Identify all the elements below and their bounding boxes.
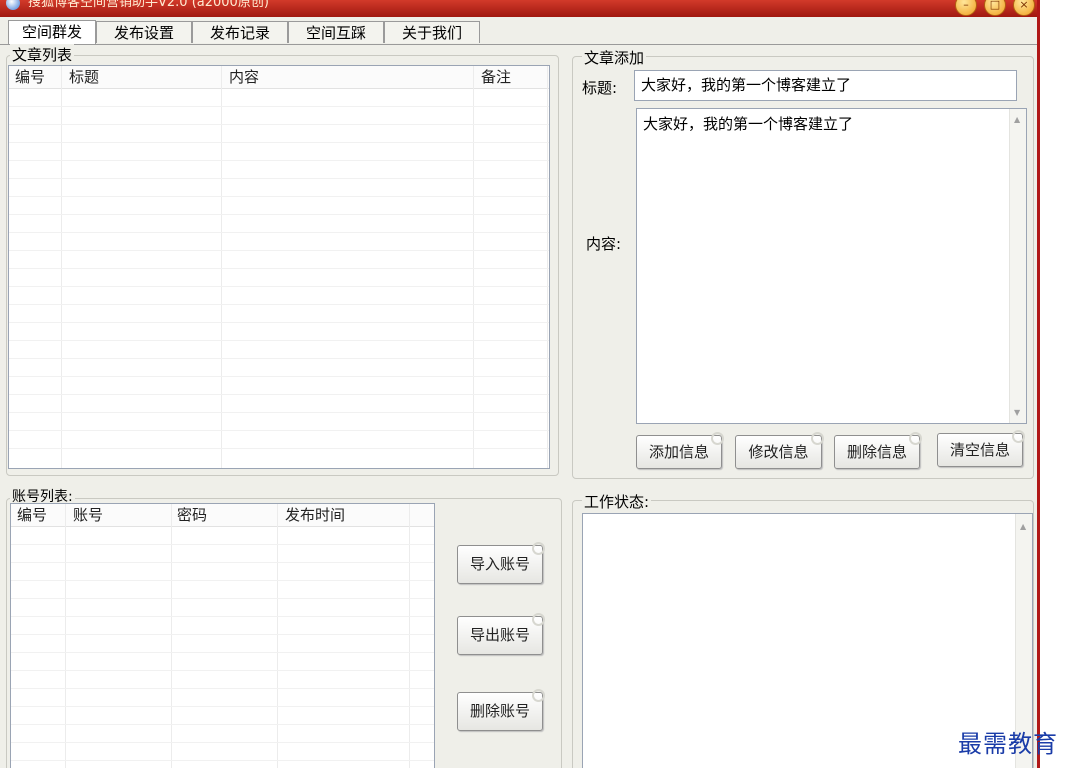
- delete-info-button[interactable]: 删除信息: [834, 432, 922, 469]
- row-line: [11, 724, 434, 725]
- content-text: 大家好，我的第一个博客建立了: [643, 115, 854, 133]
- tab-space-mass-post[interactable]: 空间群发: [8, 20, 96, 44]
- title-input[interactable]: 大家好，我的第一个博客建立了: [634, 70, 1017, 101]
- column-header-id[interactable]: 编号: [11, 504, 47, 526]
- maximize-icon[interactable]: □: [984, 0, 1006, 16]
- article-add-label: 文章添加: [582, 47, 647, 68]
- row-line: [11, 706, 434, 707]
- row-line: [9, 268, 549, 269]
- row-line: [9, 214, 549, 215]
- row-line: [9, 430, 549, 431]
- row-line: [9, 160, 549, 161]
- article-list-table[interactable]: 编号 标题 内容 备注: [8, 65, 550, 469]
- button-decoration-icon: [711, 432, 724, 445]
- add-info-label: 添加信息: [648, 443, 709, 461]
- tab-publish-records[interactable]: 发布记录: [192, 21, 288, 43]
- delete-info-label: 删除信息: [846, 443, 907, 461]
- content-field-label: 内容:: [586, 235, 622, 253]
- export-accounts-label: 导出账号: [469, 626, 530, 644]
- row-line: [9, 358, 549, 359]
- row-line: [11, 580, 434, 581]
- row-line: [11, 634, 434, 635]
- account-list-header: 编号 账号 密码 发布时间: [11, 504, 434, 527]
- row-line: [11, 760, 434, 761]
- row-line: [9, 196, 549, 197]
- row-line: [9, 178, 549, 179]
- column-header-id[interactable]: 编号: [9, 66, 45, 88]
- row-line: [9, 304, 549, 305]
- tab-divider: [0, 44, 1037, 45]
- column-header-title[interactable]: 标题: [63, 66, 99, 88]
- column-header-publish-time[interactable]: 发布时间: [279, 504, 345, 526]
- app-icon: [6, 0, 20, 10]
- article-list-label: 文章列表: [10, 44, 75, 65]
- close-icon[interactable]: ×: [1013, 0, 1035, 16]
- title-bar[interactable]: 搜狐博客空间营销助手V2.0 (a2000原创) – □ ×: [0, 0, 1037, 17]
- account-list-table[interactable]: 编号 账号 密码 发布时间: [10, 503, 435, 768]
- clear-info-button[interactable]: 清空信息: [937, 430, 1025, 467]
- row-line: [9, 376, 549, 377]
- row-line: [11, 652, 434, 653]
- button-decoration-icon: [811, 432, 824, 445]
- row-line: [11, 742, 434, 743]
- row-line: [9, 412, 549, 413]
- tab-space-mutual-visit[interactable]: 空间互踩: [288, 21, 384, 43]
- minimize-icon[interactable]: –: [955, 0, 977, 16]
- row-line: [11, 544, 434, 545]
- row-line: [11, 598, 434, 599]
- row-line: [11, 688, 434, 689]
- tab-publish-settings[interactable]: 发布设置: [96, 21, 192, 43]
- button-decoration-icon: [532, 689, 545, 702]
- row-line: [9, 322, 549, 323]
- row-line: [9, 124, 549, 125]
- row-line: [9, 286, 549, 287]
- export-accounts-button[interactable]: 导出账号: [457, 613, 545, 655]
- tab-about-us[interactable]: 关于我们: [384, 21, 480, 43]
- delete-accounts-button[interactable]: 删除账号: [457, 689, 545, 731]
- row-line: [11, 616, 434, 617]
- column-header-content[interactable]: 内容: [223, 66, 259, 88]
- main-window: 搜狐博客空间营销助手V2.0 (a2000原创) – □ × 空间群发 发布设置…: [0, 0, 1040, 768]
- import-accounts-button[interactable]: 导入账号: [457, 542, 545, 584]
- scroll-up-icon[interactable]: ▲: [1020, 522, 1026, 531]
- button-decoration-icon: [909, 432, 922, 445]
- add-info-button[interactable]: 添加信息: [636, 432, 724, 469]
- title-field-label: 标题:: [582, 79, 618, 97]
- article-list-header: 编号 标题 内容 备注: [9, 66, 549, 89]
- row-line: [9, 142, 549, 143]
- scroll-down-icon[interactable]: ▼: [1014, 408, 1020, 417]
- import-accounts-label: 导入账号: [469, 555, 530, 573]
- window-title: 搜狐博客空间营销助手V2.0 (a2000原创): [28, 0, 269, 10]
- clear-info-label: 清空信息: [949, 441, 1010, 459]
- row-line: [11, 670, 434, 671]
- row-line: [9, 232, 549, 233]
- edit-info-button[interactable]: 修改信息: [735, 432, 824, 469]
- column-header-password[interactable]: 密码: [171, 504, 207, 526]
- row-line: [9, 106, 549, 107]
- edit-info-label: 修改信息: [748, 443, 809, 461]
- row-line: [9, 448, 549, 449]
- content-textarea[interactable]: 大家好，我的第一个博客建立了 ▲ ▼: [636, 108, 1027, 424]
- column-header-account[interactable]: 账号: [67, 504, 103, 526]
- watermark: 最需教育: [958, 730, 1058, 758]
- row-line: [9, 340, 549, 341]
- row-line: [11, 562, 434, 563]
- content-scrollbar[interactable]: ▲ ▼: [1009, 109, 1026, 423]
- button-decoration-icon: [532, 613, 545, 626]
- work-status-label: 工作状态:: [582, 491, 652, 512]
- column-header-note[interactable]: 备注: [475, 66, 511, 88]
- button-decoration-icon: [532, 542, 545, 555]
- button-decoration-icon: [1012, 430, 1025, 443]
- row-line: [9, 394, 549, 395]
- delete-accounts-label: 删除账号: [469, 702, 530, 720]
- row-line: [9, 250, 549, 251]
- scroll-up-icon[interactable]: ▲: [1014, 115, 1020, 124]
